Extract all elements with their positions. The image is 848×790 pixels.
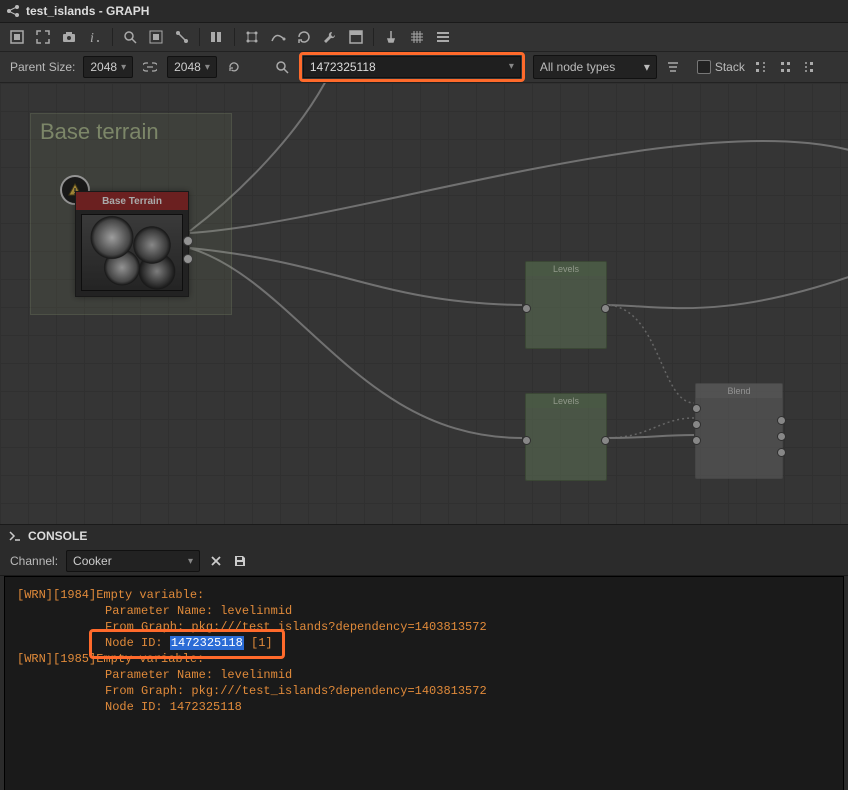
node-levels-1[interactable]: Levels <box>525 261 607 349</box>
sort2-icon[interactable] <box>777 59 793 75</box>
fit-icon[interactable] <box>34 28 52 46</box>
log-line: Node ID: 1472325118 [1] <box>17 635 831 651</box>
align-icon[interactable] <box>208 28 226 46</box>
node-title: Levels <box>526 394 606 408</box>
input-port[interactable] <box>522 436 531 445</box>
log-line: Parameter Name: levelinmid <box>17 667 831 683</box>
node-id-label: Node ID: <box>105 636 170 650</box>
log-line: Node ID: 1472325118 <box>17 699 831 715</box>
node-icon[interactable] <box>243 28 261 46</box>
channel-label: Channel: <box>10 554 58 568</box>
refresh-icon[interactable] <box>295 28 313 46</box>
channel-value: Cooker <box>73 554 112 568</box>
reset-size-icon[interactable] <box>225 58 243 76</box>
parent-width-value: 2048 <box>90 60 117 74</box>
graph-canvas[interactable]: Base terrain Base Terrain Levels Levels … <box>0 83 848 524</box>
link-size-icon[interactable] <box>141 58 159 76</box>
separator <box>234 28 235 46</box>
grid-icon[interactable] <box>408 28 426 46</box>
node-title: Base Terrain <box>76 192 188 210</box>
input-port[interactable] <box>692 420 701 429</box>
chevron-down-icon: ▾ <box>188 556 193 567</box>
camera-icon[interactable] <box>60 28 78 46</box>
output-port[interactable] <box>183 254 193 264</box>
console-header: CONSOLE <box>0 524 848 547</box>
frame-icon[interactable] <box>8 28 26 46</box>
node-title: Blend <box>696 384 782 398</box>
output-port[interactable] <box>601 304 610 313</box>
input-port[interactable] <box>522 304 531 313</box>
node-title: Levels <box>526 262 606 276</box>
options-bar: Parent Size: 2048 ▾ 2048 ▾ ▾ All node ty… <box>0 52 848 83</box>
separator <box>112 28 113 46</box>
svg-text:i: i <box>90 31 94 45</box>
log-line: Parameter Name: levelinmid <box>17 603 831 619</box>
search-input[interactable] <box>303 56 521 78</box>
sort1-icon[interactable] <box>753 59 769 75</box>
magnify-icon[interactable] <box>121 28 139 46</box>
search-icon <box>273 58 291 76</box>
console-output[interactable]: [WRN][1984]Empty variable: Parameter Nam… <box>4 576 844 790</box>
highlight-icon[interactable] <box>147 28 165 46</box>
parent-height-dropdown[interactable]: 2048 ▾ <box>167 56 217 78</box>
output-port[interactable] <box>777 432 786 441</box>
channel-dropdown[interactable]: Cooker ▾ <box>66 550 200 572</box>
save-icon[interactable] <box>232 553 248 569</box>
console-icon <box>8 529 22 543</box>
input-port[interactable] <box>692 404 701 413</box>
node-base-terrain[interactable]: Base Terrain <box>75 191 189 297</box>
node-levels-2[interactable]: Levels <box>525 393 607 481</box>
output-port[interactable] <box>183 236 193 246</box>
list-icon[interactable] <box>434 28 452 46</box>
log-line: [WRN][1984]Empty variable: <box>17 587 831 603</box>
sort3-icon[interactable] <box>801 59 817 75</box>
brush-icon[interactable] <box>382 28 400 46</box>
separator <box>199 28 200 46</box>
parent-height-value: 2048 <box>174 60 201 74</box>
parent-size-label: Parent Size: <box>10 60 75 74</box>
chevron-down-icon: ▾ <box>205 62 210 73</box>
node-id-suffix: [1] <box>244 636 273 650</box>
node-blend[interactable]: Blend <box>695 383 783 479</box>
wrench-icon[interactable] <box>321 28 339 46</box>
flow-icon[interactable] <box>173 28 191 46</box>
graph-icon <box>6 4 20 18</box>
search-field-highlight: ▾ <box>299 52 525 82</box>
console-toolbar: Channel: Cooker ▾ <box>0 547 848 576</box>
info-icon[interactable]: i <box>86 28 104 46</box>
output-port[interactable] <box>777 416 786 425</box>
main-toolbar: i <box>0 23 848 52</box>
node-types-value: All node types <box>540 60 615 74</box>
input-port[interactable] <box>692 436 701 445</box>
parent-width-dropdown[interactable]: 2048 ▾ <box>83 56 133 78</box>
node-thumbnail <box>81 214 183 291</box>
stack-toggle[interactable]: Stack <box>697 60 745 74</box>
stack-label: Stack <box>715 60 745 74</box>
window-titlebar: test_islands - GRAPH <box>0 0 848 23</box>
clear-icon[interactable] <box>208 553 224 569</box>
node-types-dropdown[interactable]: All node types ▾ <box>533 55 657 79</box>
output-port[interactable] <box>601 436 610 445</box>
output-port[interactable] <box>777 448 786 457</box>
log-line: [WRN][1985]Empty variable: <box>17 651 831 667</box>
panel-icon[interactable] <box>347 28 365 46</box>
checkbox-icon <box>697 60 711 74</box>
curve-icon[interactable] <box>269 28 287 46</box>
window-title: test_islands - GRAPH <box>26 4 149 18</box>
frame-title: Base terrain <box>40 119 159 145</box>
console-title: CONSOLE <box>28 529 87 543</box>
chevron-down-icon: ▾ <box>644 60 650 74</box>
separator <box>373 28 374 46</box>
log-line: From Graph: pkg:///test_islands?dependen… <box>17 619 831 635</box>
node-id-selected: 1472325118 <box>170 636 244 650</box>
chevron-down-icon: ▾ <box>121 62 126 73</box>
filter-icon[interactable] <box>665 59 681 75</box>
log-line: From Graph: pkg:///test_islands?dependen… <box>17 683 831 699</box>
